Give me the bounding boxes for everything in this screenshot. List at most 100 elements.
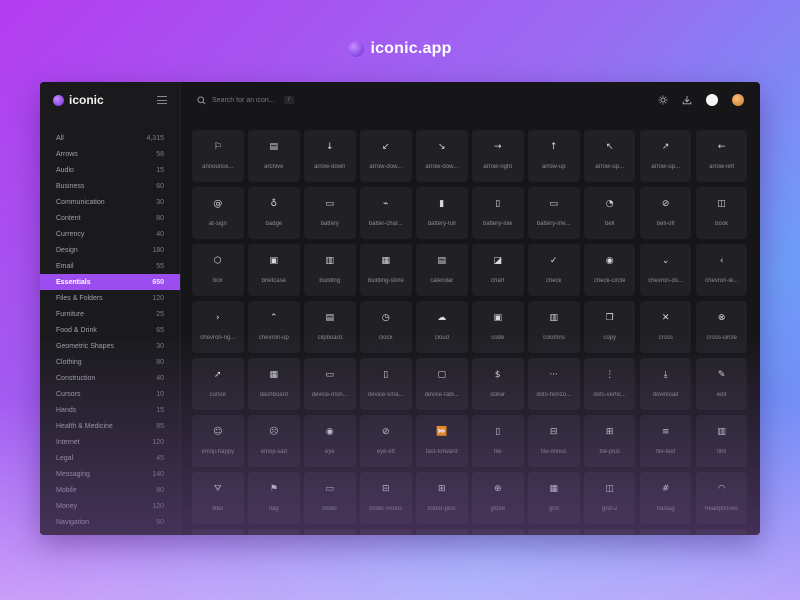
- icon-tile[interactable]: ◫ grid-2: [583, 472, 636, 524]
- icon-tile[interactable]: ▯ device-sma...: [359, 358, 412, 410]
- icon-tile[interactable]: [527, 529, 580, 535]
- sidebar-item-geometric-shapes[interactable]: Geometric Shapes 30: [40, 338, 180, 354]
- sidebar-item-arrows[interactable]: Arrows 58: [40, 146, 180, 162]
- icon-tile[interactable]: ▣ briefcase: [247, 244, 300, 296]
- icon-tile[interactable]: ▦ building-store: [359, 244, 412, 296]
- icon-tile[interactable]: ◫ book: [695, 187, 748, 239]
- icon-tile[interactable]: [695, 529, 748, 535]
- icon-tile[interactable]: ← arrow-left: [695, 130, 748, 182]
- sidebar-item-health-medicine[interactable]: Health & Medicine 85: [40, 418, 180, 434]
- icon-tile[interactable]: [247, 529, 300, 535]
- icon-tile[interactable]: ⬡ box: [192, 244, 244, 296]
- icon-tile[interactable]: ⊕ globe: [471, 472, 524, 524]
- icon-tile[interactable]: ♁ badge: [247, 187, 300, 239]
- icon-tile[interactable]: ··· dots-horizo...: [527, 358, 580, 410]
- theme-toggle[interactable]: [706, 94, 718, 106]
- icon-tile[interactable]: # hastag: [639, 472, 692, 524]
- icon-tile[interactable]: ⋮ dots-vertic...: [583, 358, 636, 410]
- sidebar-item-food-drink[interactable]: Food & Drink 65: [40, 322, 180, 338]
- icon-tile[interactable]: ▥ film: [695, 415, 748, 467]
- icon-tile[interactable]: → arrow-right: [471, 130, 524, 182]
- sidebar-item-messaging[interactable]: Messaging 140: [40, 466, 180, 482]
- avatar[interactable]: [732, 94, 744, 106]
- icon-tile[interactable]: ⊗ cross-circle: [695, 301, 748, 353]
- icon-tile[interactable]: ✓ check: [527, 244, 580, 296]
- sidebar-item-cursors[interactable]: Cursors 10: [40, 386, 180, 402]
- icon-tile[interactable]: ▣ code: [471, 301, 524, 353]
- icon-tile[interactable]: ▤ calendar: [415, 244, 468, 296]
- icon-tile[interactable]: ▦ grid: [527, 472, 580, 524]
- icon-tile[interactable]: ↖ arrow-up...: [583, 130, 636, 182]
- icon-tile[interactable]: ↑ arrow-up: [527, 130, 580, 182]
- sidebar-item-mobile[interactable]: Mobile 80: [40, 482, 180, 498]
- icon-tile[interactable]: ➚ cursor: [192, 358, 244, 410]
- icon-tile[interactable]: ▭ battery: [303, 187, 356, 239]
- sidebar-item-communication[interactable]: Communication 30: [40, 194, 180, 210]
- sidebar-item-furniture[interactable]: Furniture 25: [40, 306, 180, 322]
- icon-tile[interactable]: ▥ columns: [527, 301, 580, 353]
- icon-tile[interactable]: ▤ clipboard: [303, 301, 356, 353]
- sidebar-item-legal[interactable]: Legal 45: [40, 450, 180, 466]
- sidebar-item-audio[interactable]: Audio 15: [40, 162, 180, 178]
- icon-tile[interactable]: ⌄ chevron-do...: [639, 244, 692, 296]
- icon-tile[interactable]: ◠ headphones: [695, 472, 748, 524]
- icon-tile[interactable]: ✎ edit: [695, 358, 748, 410]
- sun-icon[interactable]: [658, 95, 668, 105]
- icon-tile[interactable]: [639, 529, 692, 535]
- icon-tile[interactable]: ▯ file: [471, 415, 524, 467]
- sidebar-item-all[interactable]: All 4,315: [40, 130, 180, 146]
- icon-tile[interactable]: ⚑ flag: [247, 472, 300, 524]
- icon-tile[interactable]: ▭ device-mon...: [303, 358, 356, 410]
- icon-tile[interactable]: ⚐ announce...: [192, 130, 244, 182]
- icon-tile[interactable]: [471, 529, 524, 535]
- icon-tile[interactable]: ‹ chevron-le...: [695, 244, 748, 296]
- sidebar-item-hands[interactable]: Hands 15: [40, 402, 180, 418]
- icon-tile[interactable]: $ dollar: [471, 358, 524, 410]
- icon-tile[interactable]: ⊘ eye-off: [359, 415, 412, 467]
- sidebar-item-essentials[interactable]: Essentials 650: [40, 274, 180, 290]
- icon-tile[interactable]: ▭ battery-me...: [527, 187, 580, 239]
- search-input[interactable]: [212, 96, 278, 104]
- icon-tile[interactable]: ⊟ file-minus: [527, 415, 580, 467]
- sidebar-item-currency[interactable]: Currency 40: [40, 226, 180, 242]
- icon-tile[interactable]: ⊟ folder-minus: [359, 472, 412, 524]
- icon-tile[interactable]: ▯ battery-low: [471, 187, 524, 239]
- sidebar-item-construction[interactable]: Construction 40: [40, 370, 180, 386]
- icon-tile[interactable]: ☺ emoji-happy: [192, 415, 244, 467]
- icon-tile[interactable]: ☁ cloud: [415, 301, 468, 353]
- icon-tile[interactable]: ▢ device-tabl...: [415, 358, 468, 410]
- sidebar-item-email[interactable]: Email 55: [40, 258, 180, 274]
- icon-tile[interactable]: ⊞ folder-plus: [415, 472, 468, 524]
- icon-tile[interactable]: ◔ bell: [583, 187, 636, 239]
- icon-tile[interactable]: ◉ check-circle: [583, 244, 636, 296]
- icon-tile[interactable]: ↓ arrow-down: [303, 130, 356, 182]
- sidebar-item-business[interactable]: Business 60: [40, 178, 180, 194]
- icon-tile[interactable]: [415, 529, 468, 535]
- icon-tile[interactable]: ◷ clock: [359, 301, 412, 353]
- icon-tile[interactable]: ▮ battery-full: [415, 187, 468, 239]
- icon-tile[interactable]: ❐ copy: [583, 301, 636, 353]
- icon-tile[interactable]: [583, 529, 636, 535]
- icon-tile[interactable]: [359, 529, 412, 535]
- icon-tile[interactable]: ☹ emoji-sad: [247, 415, 300, 467]
- download-icon[interactable]: [682, 95, 692, 105]
- icon-tile[interactable]: ◉ eye: [303, 415, 356, 467]
- icon-tile[interactable]: ⏩ fast-forward: [415, 415, 468, 467]
- icon-tile[interactable]: ↘ arrow-dow...: [415, 130, 468, 182]
- icon-tile[interactable]: ↙ arrow-dow...: [359, 130, 412, 182]
- icon-tile[interactable]: ↗ arrow-up...: [639, 130, 692, 182]
- icon-tile[interactable]: ◪ chart: [471, 244, 524, 296]
- icon-tile[interactable]: [192, 529, 244, 535]
- app-logo[interactable]: iconic: [53, 93, 104, 107]
- sidebar-item-internet[interactable]: Internet 120: [40, 434, 180, 450]
- icon-tile[interactable]: › chevron-rig...: [192, 301, 244, 353]
- icon-tile[interactable]: ▭ folder: [303, 472, 356, 524]
- sidebar-item-clothing[interactable]: Clothing 80: [40, 354, 180, 370]
- icon-tile[interactable]: ⌃ chevron-up: [247, 301, 300, 353]
- icon-tile[interactable]: ≡ file-text: [639, 415, 692, 467]
- icon-tile[interactable]: @ at-sign: [192, 187, 244, 239]
- icon-tile[interactable]: ✕ cross: [639, 301, 692, 353]
- icon-tile[interactable]: ⛛ filter: [192, 472, 244, 524]
- icon-tile[interactable]: ⊞ file-plus: [583, 415, 636, 467]
- icon-tile[interactable]: ⤓ download: [639, 358, 692, 410]
